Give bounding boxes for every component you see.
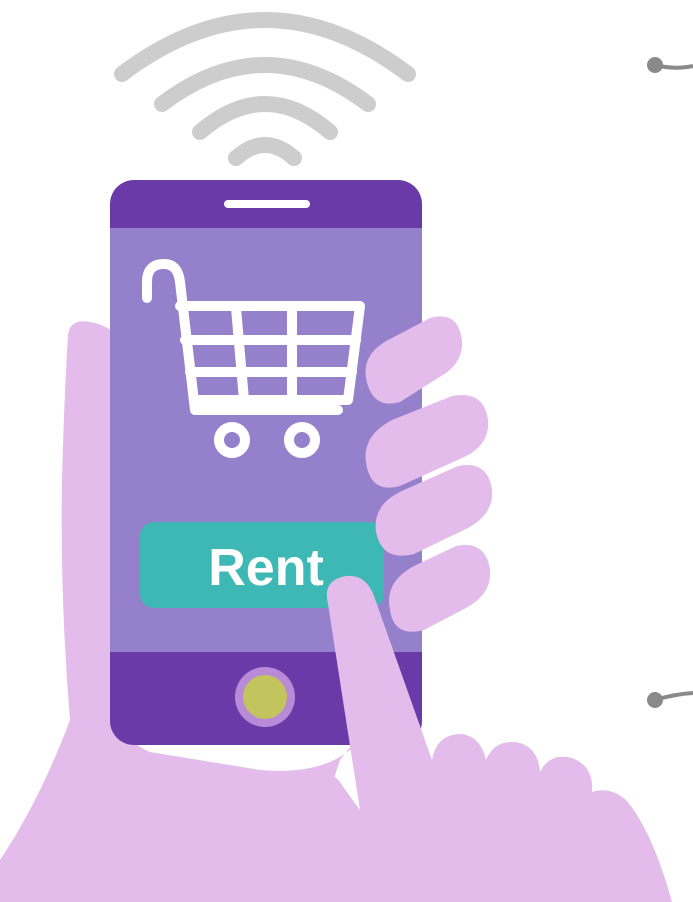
connector-line-top [647,57,693,73]
rent-phone-illustration: Rent [0,12,693,902]
connector-line-bottom [647,691,693,708]
rent-button-label: Rent [208,539,324,597]
right-hand-pointing [296,575,672,902]
wifi-signal-icon [114,12,416,166]
speaker-slot [224,200,310,208]
home-button[interactable] [235,667,295,727]
